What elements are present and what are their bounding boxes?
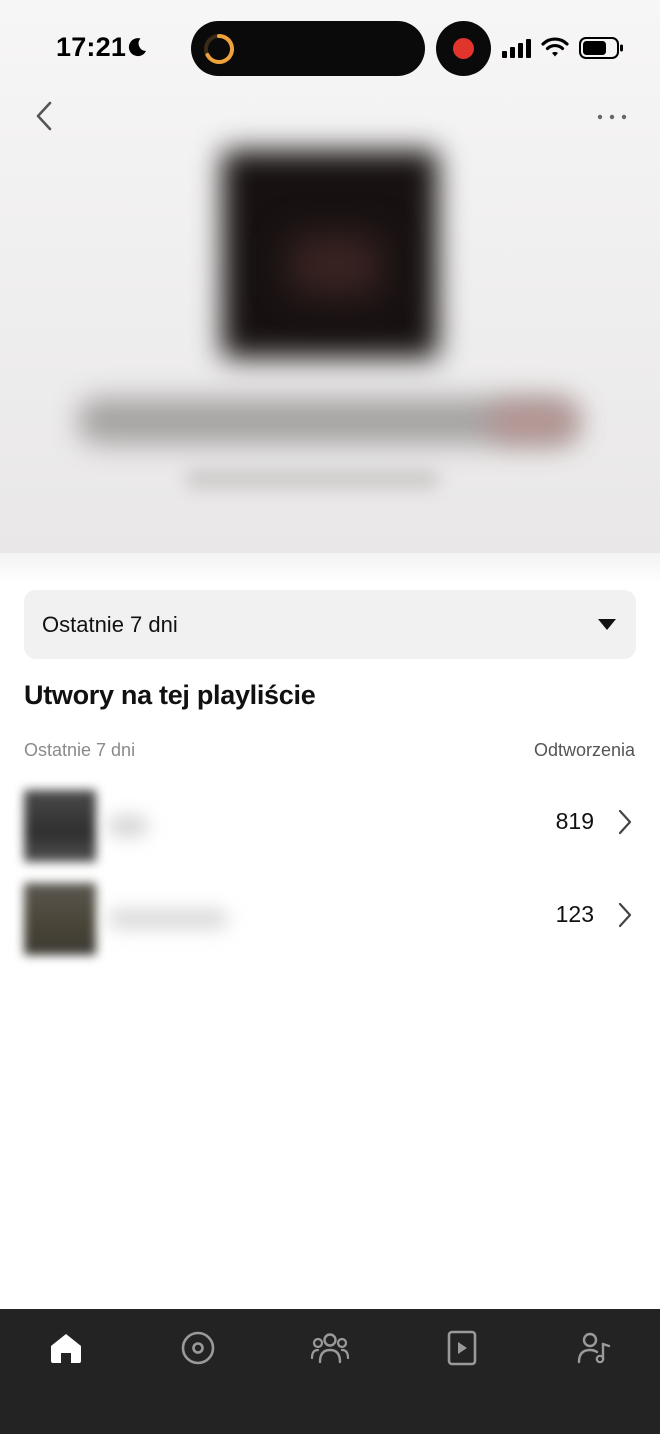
tab-artist[interactable] [572,1326,616,1370]
playlist-title-accent [488,402,578,442]
home-icon [51,1334,81,1363]
track-thumbnail [24,790,96,862]
status-time: 17:21 [56,32,127,62]
more-options-button[interactable] [590,104,634,130]
tab-home[interactable] [44,1326,88,1370]
chevron-right-icon [618,809,632,835]
audience-icon [310,1333,350,1364]
period-dropdown[interactable]: Ostatnie 7 dni [24,590,636,659]
chevron-left-icon [36,101,52,131]
recording-icon [453,38,474,59]
wifi-icon [541,37,569,57]
moon-icon [128,38,146,57]
video-icon [447,1330,477,1366]
track-play-count: 819 [555,808,594,834]
more-horizontal-icon [597,114,627,120]
cellular-signal-icon [502,39,531,58]
track-row[interactable]: 123 [0,875,660,959]
caret-down-icon [598,619,616,630]
track-title-redacted [108,816,148,836]
back-button[interactable] [26,96,62,136]
column-header-period: Ostatnie 7 dni [24,740,136,760]
column-header-plays: Odtworzenia [533,740,635,760]
section-title: Utwory na tej playliście [24,680,316,710]
track-thumbnail [24,883,96,955]
playlist-subtitle-redacted [185,468,440,490]
cover-detail [290,235,380,295]
activity-ring-icon [204,33,235,64]
track-play-count: 123 [555,901,594,927]
target-icon [181,1331,215,1365]
battery-icon [579,37,623,59]
period-dropdown-label: Ostatnie 7 dni [42,611,178,637]
artist-icon [577,1332,611,1364]
track-title-redacted [108,909,228,929]
tab-discover[interactable] [176,1326,220,1370]
track-row[interactable]: 819 [0,782,660,866]
tab-audience[interactable] [308,1326,352,1370]
chevron-right-icon [618,902,632,928]
tab-video[interactable] [440,1326,484,1370]
header-fade [0,553,660,583]
